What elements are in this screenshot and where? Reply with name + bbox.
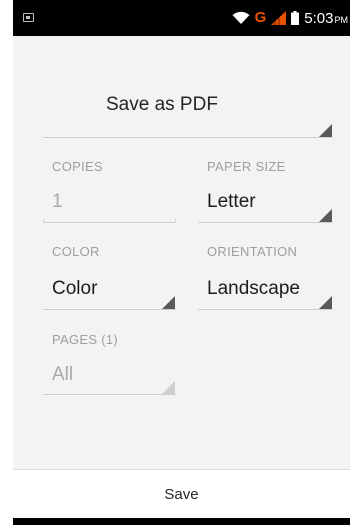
color-value: Color <box>52 278 98 299</box>
battery-icon <box>291 11 300 25</box>
pages-label: PAGES (1) <box>52 332 119 347</box>
screenshot-notification-icon <box>23 13 34 22</box>
navigation-bar-strip <box>13 518 350 525</box>
color-underline <box>43 309 176 310</box>
copies-value: 1 <box>52 191 63 212</box>
orientation-label: ORIENTATION <box>207 244 298 259</box>
pages-underline <box>43 394 176 395</box>
print-dialog-screen: G 5:03PM Save as PDF COPIES 1 PAPER SIZE… <box>0 0 350 525</box>
orientation-underline <box>198 309 333 310</box>
status-clock: 5:03PM <box>304 10 348 27</box>
copies-underline <box>43 219 176 223</box>
signal-icon <box>271 11 287 25</box>
clock-ampm: PM <box>334 14 349 25</box>
pages-value: All <box>52 364 74 385</box>
dropdown-triangle-icon <box>319 124 332 137</box>
color-label: COLOR <box>52 244 100 259</box>
destination-underline <box>43 137 333 138</box>
status-bar: G 5:03PM <box>13 0 350 36</box>
orientation-value: Landscape <box>207 278 300 299</box>
paper-size-value: Letter <box>207 191 256 212</box>
print-options-panel: Save as PDF COPIES 1 PAPER SIZE Letter C… <box>13 36 350 469</box>
paper-size-underline <box>198 222 333 223</box>
dropdown-triangle-icon <box>162 381 175 394</box>
clock-time: 5:03 <box>304 9 334 27</box>
dropdown-triangle-icon <box>162 296 175 309</box>
status-icons: G 5:03PM <box>232 9 348 27</box>
paper-size-label: PAPER SIZE <box>207 159 286 174</box>
dropdown-triangle-icon <box>319 296 332 309</box>
save-button[interactable]: Save <box>13 470 350 519</box>
bottom-action-bar: Save <box>13 469 350 518</box>
network-g-icon: G <box>254 9 267 26</box>
destination-value: Save as PDF <box>106 94 218 115</box>
dropdown-triangle-icon <box>319 209 332 222</box>
wifi-icon <box>232 11 250 24</box>
copies-label: COPIES <box>52 159 103 174</box>
